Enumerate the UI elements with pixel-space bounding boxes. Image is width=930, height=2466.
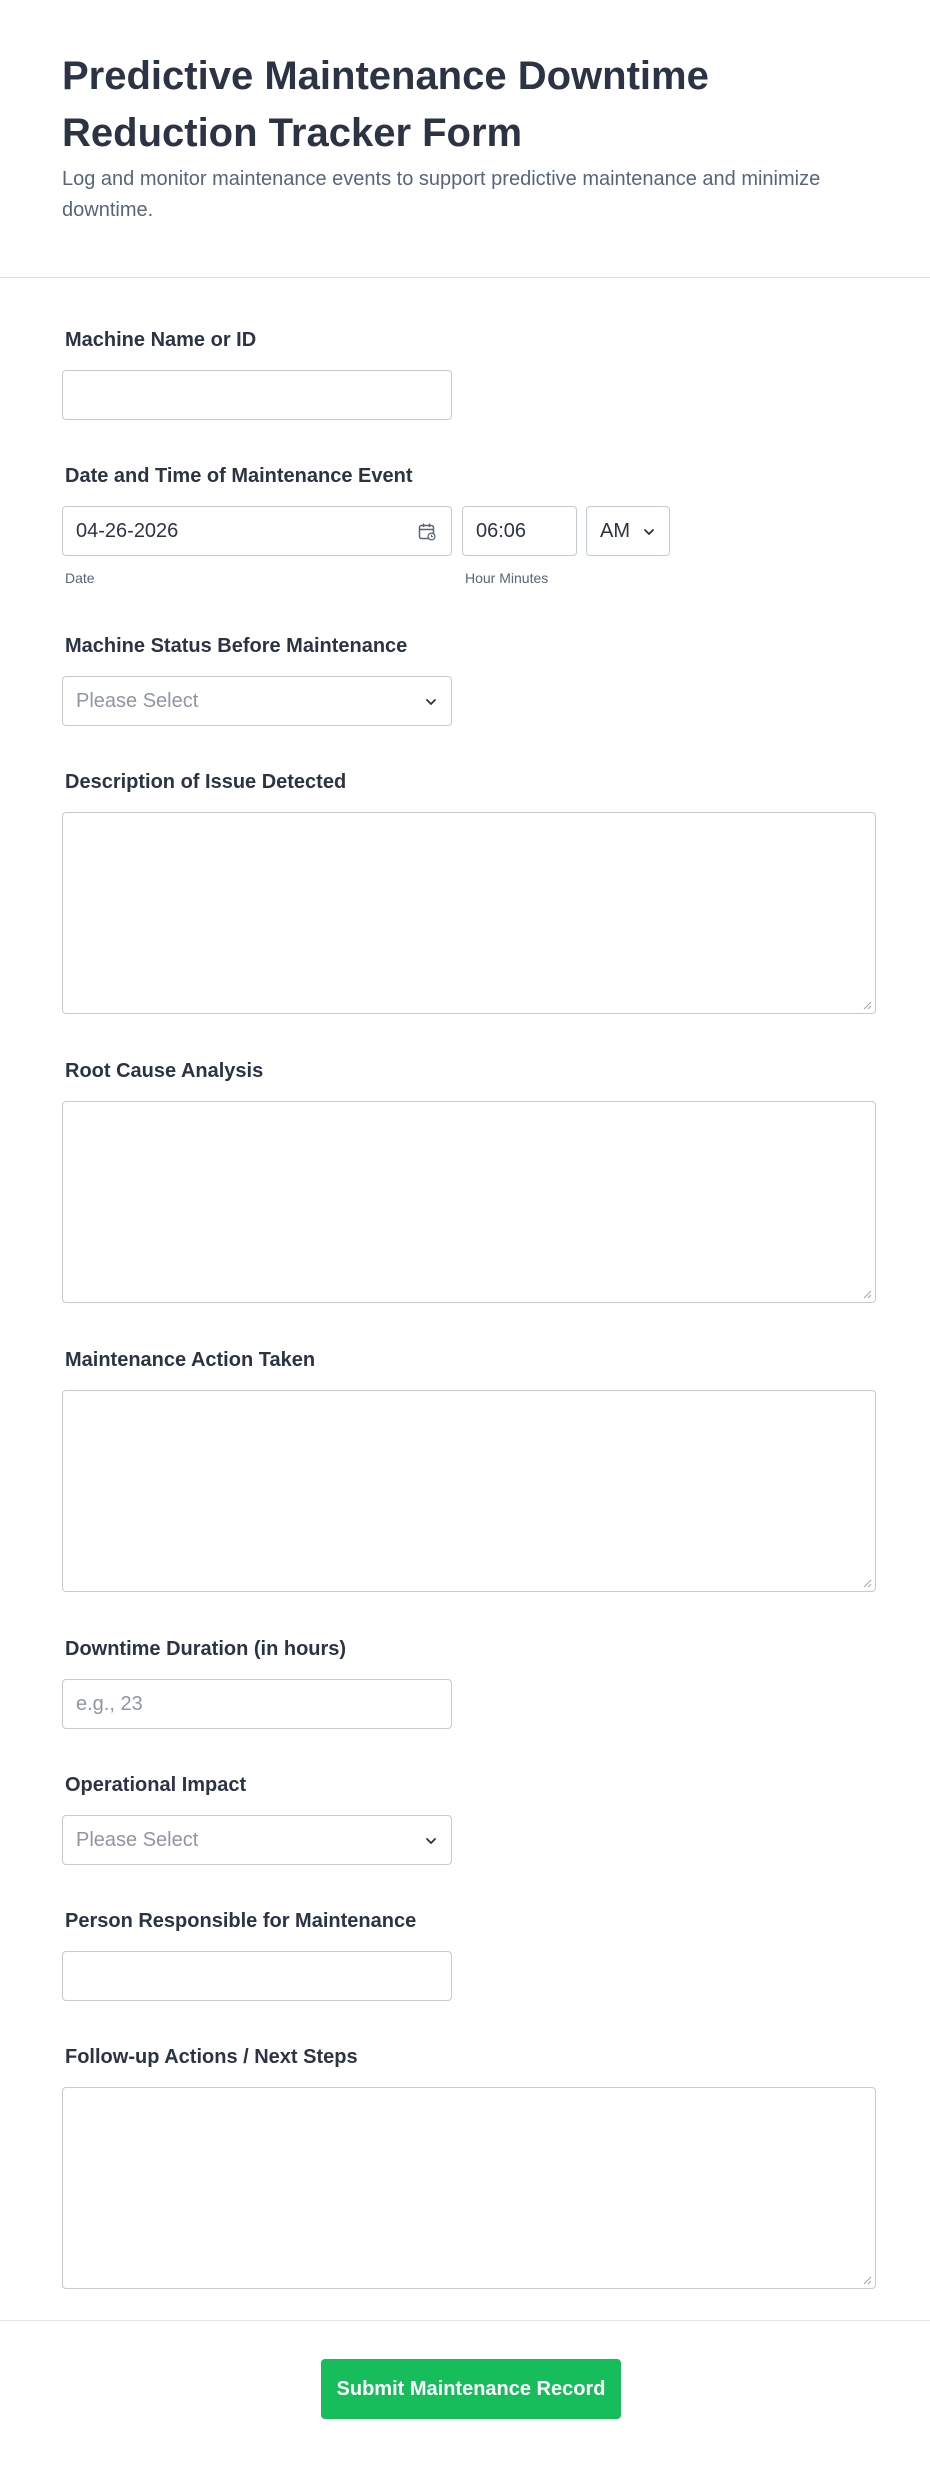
- issue-description-label: Description of Issue Detected: [65, 771, 347, 793]
- calendar-icon[interactable]: [417, 522, 437, 542]
- resize-handle-icon[interactable]: [863, 2276, 872, 2285]
- root-cause-textarea[interactable]: [62, 1101, 876, 1303]
- resize-handle-icon[interactable]: [863, 1290, 872, 1299]
- datetime-label: Date and Time of Maintenance Event: [65, 465, 413, 487]
- chevron-down-icon: [644, 529, 654, 535]
- machine-label: Machine Name or ID: [65, 329, 257, 351]
- resize-handle-icon[interactable]: [863, 1001, 872, 1010]
- action-taken-label: Maintenance Action Taken: [65, 1349, 316, 1371]
- status-before-label: Machine Status Before Maintenance: [65, 635, 408, 657]
- form-title: Predictive Maintenance Downtime Reductio…: [62, 54, 709, 155]
- footer-divider: [0, 2320, 930, 2321]
- chevron-down-icon: [426, 699, 436, 705]
- ampm-select[interactable]: AM: [586, 506, 670, 556]
- impact-placeholder: Please Select: [76, 1829, 199, 1851]
- time-input[interactable]: 06:06: [462, 506, 577, 556]
- date-sublabel: Date: [65, 570, 95, 586]
- form-header: Predictive Maintenance Downtime Reductio…: [0, 0, 930, 278]
- downtime-label: Downtime Duration (in hours): [65, 1638, 347, 1660]
- date-input[interactable]: 04-26-2026: [62, 506, 452, 556]
- status-before-select[interactable]: Please Select: [62, 676, 452, 726]
- action-taken-textarea[interactable]: [62, 1390, 876, 1592]
- issue-description-textarea[interactable]: [62, 812, 876, 1014]
- date-input-value: 04-26-2026: [76, 520, 179, 542]
- submit-button[interactable]: Submit Maintenance Record: [321, 2359, 621, 2419]
- machine-input[interactable]: [62, 370, 452, 420]
- chevron-down-icon: [426, 1838, 436, 1844]
- resize-handle-icon[interactable]: [863, 1579, 872, 1588]
- downtime-input[interactable]: e.g., 23: [62, 1679, 452, 1729]
- ampm-select-value: AM: [600, 520, 630, 542]
- status-before-placeholder: Please Select: [76, 690, 199, 712]
- root-cause-label: Root Cause Analysis: [65, 1060, 264, 1082]
- person-label: Person Responsible for Maintenance: [65, 1910, 417, 1932]
- downtime-placeholder: e.g., 23: [76, 1693, 143, 1715]
- form-subtitle: Log and monitor maintenance events to su…: [62, 168, 821, 221]
- follow-up-label: Follow-up Actions / Next Steps: [65, 2046, 358, 2068]
- impact-label: Operational Impact: [65, 1774, 247, 1796]
- time-sublabel: Hour Minutes: [465, 570, 549, 586]
- time-input-value: 06:06: [476, 520, 527, 542]
- follow-up-textarea[interactable]: [62, 2087, 876, 2289]
- impact-select[interactable]: Please Select: [62, 1815, 452, 1865]
- person-input[interactable]: [62, 1951, 452, 2001]
